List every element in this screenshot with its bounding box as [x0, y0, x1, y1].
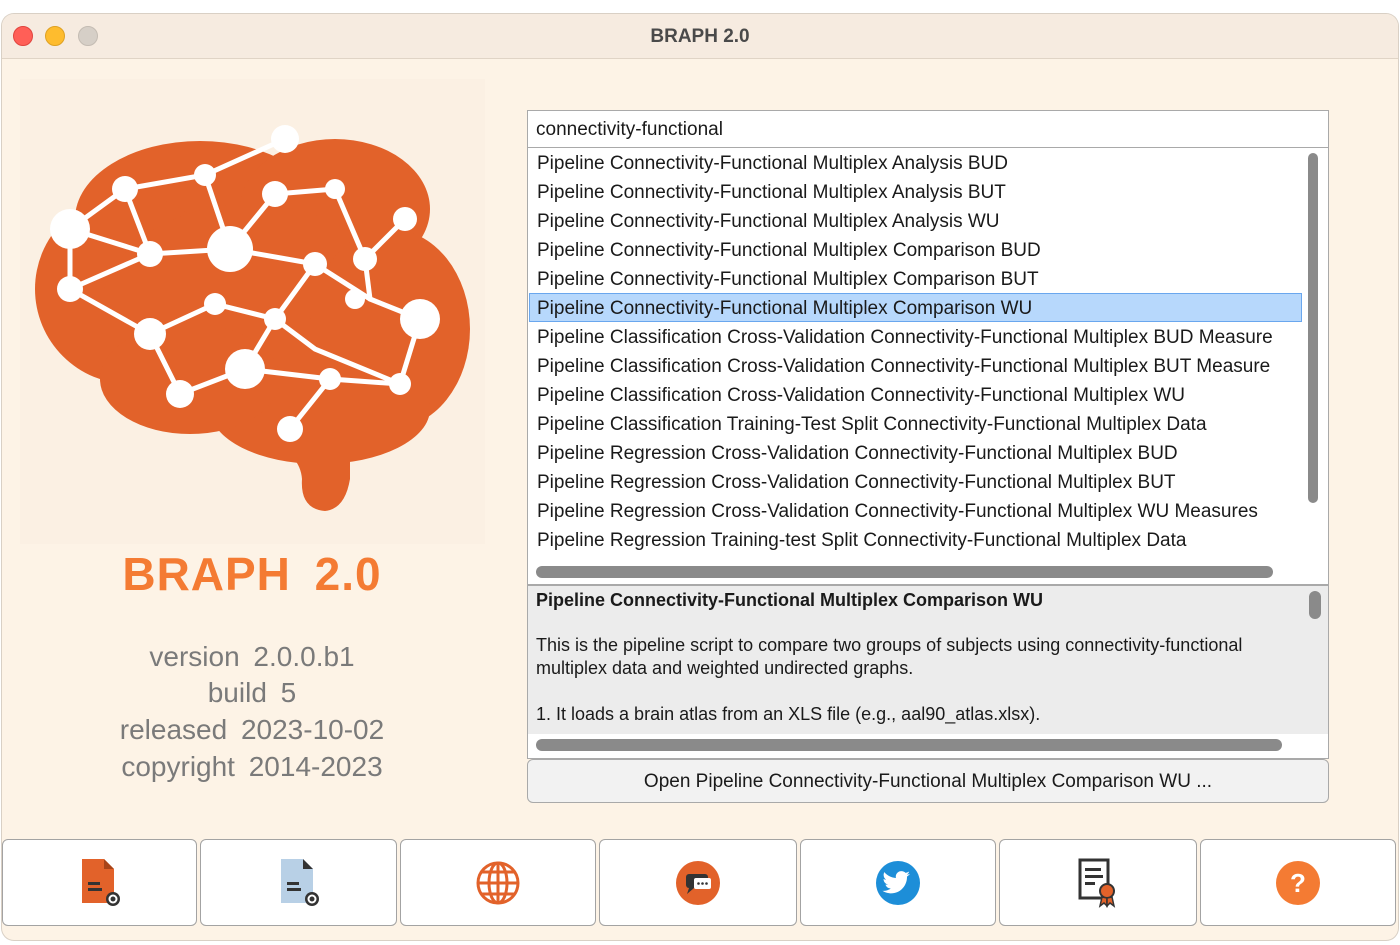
globe-icon	[476, 861, 520, 904]
list-item[interactable]: Pipeline Connectivity-Functional Multipl…	[529, 235, 1302, 264]
description-horizontal-scrollbar[interactable]	[536, 739, 1282, 751]
list-item[interactable]: Pipeline Connectivity-Functional Multipl…	[529, 148, 1302, 177]
list-item[interactable]: Pipeline Connectivity-Functional Multipl…	[529, 264, 1302, 293]
description-paragraph: This is the pipeline script to compare t…	[536, 635, 1243, 678]
license-icon	[1078, 858, 1116, 908]
list-vertical-scrollbar[interactable]	[1308, 153, 1318, 503]
toolbar-button-forum[interactable]	[599, 839, 797, 926]
logo-panel	[20, 79, 485, 544]
list-item[interactable]: Pipeline Regression Cross-Validation Con…	[529, 467, 1302, 496]
brand-name: BRAPH 2.0	[122, 548, 382, 600]
toolbar-button-new-orange[interactable]	[2, 839, 197, 926]
toolbar-button-help[interactable]: ?	[1200, 839, 1396, 926]
list-item[interactable]: Pipeline Regression Cross-Validation Con…	[529, 438, 1302, 467]
toolbar-button-twitter[interactable]	[800, 839, 996, 926]
list-horizontal-scrollbar[interactable]	[536, 566, 1273, 578]
list-item[interactable]: Pipeline Regression Cross-Validation Con…	[529, 496, 1302, 525]
list-item[interactable]: Pipeline Classification Training-Test Sp…	[529, 409, 1302, 438]
description-scroll-track	[528, 734, 1328, 758]
app-window: BRAPH 2.0 BRAPH 2.0 version 2.0.0.b1 bui…	[2, 14, 1398, 940]
window-title: BRAPH 2.0	[650, 26, 750, 47]
help-icon: ?	[1276, 860, 1320, 905]
search-input[interactable]: connectivity-functional	[527, 110, 1329, 148]
twitter-icon	[876, 860, 920, 905]
brain-logo-icon	[35, 125, 470, 511]
new-file-orange-icon	[81, 858, 120, 906]
list-item[interactable]: Pipeline Classification Cross-Validation…	[529, 380, 1302, 409]
list-item[interactable]: Pipeline Connectivity-Functional Multipl…	[529, 206, 1302, 235]
toolbar-button-license[interactable]	[999, 839, 1197, 926]
title-bar: BRAPH 2.0	[2, 14, 1398, 59]
list-item[interactable]: Pipeline Regression Training-test Split …	[529, 525, 1302, 554]
description-vertical-scrollbar[interactable]	[1309, 591, 1321, 619]
open-pipeline-button[interactable]: Open Pipeline Connectivity-Functional Mu…	[527, 759, 1329, 803]
released-text: released 2023-10-02	[119, 714, 385, 745]
list-item[interactable]: Pipeline Classification Cross-Validation…	[529, 351, 1302, 380]
svg-text:?: ?	[1290, 868, 1306, 898]
list-item[interactable]: Pipeline Connectivity-Functional Multipl…	[529, 177, 1302, 206]
toolbar-button-new-blue[interactable]	[200, 839, 397, 926]
list-item-selected[interactable]: Pipeline Connectivity-Functional Multipl…	[529, 293, 1302, 322]
description-paragraph: 1. It loads a brain atlas from an XLS fi…	[536, 704, 1041, 724]
copyright-text: copyright 2014-2023	[121, 751, 383, 782]
chat-icon	[676, 860, 720, 905]
list-item[interactable]: Pipeline Classification Cross-Validation…	[529, 322, 1302, 351]
pipeline-list[interactable]: Pipeline Connectivity-Functional Multipl…	[527, 148, 1329, 585]
description-title: Pipeline Connectivity-Functional Multipl…	[536, 590, 1044, 610]
build-text: build 5	[207, 677, 297, 708]
new-file-blue-icon	[280, 858, 319, 906]
description-panel: Pipeline Connectivity-Functional Multipl…	[527, 585, 1329, 759]
toolbar-button-website[interactable]	[400, 839, 596, 926]
version-text: version 2.0.0.b1	[149, 641, 355, 672]
